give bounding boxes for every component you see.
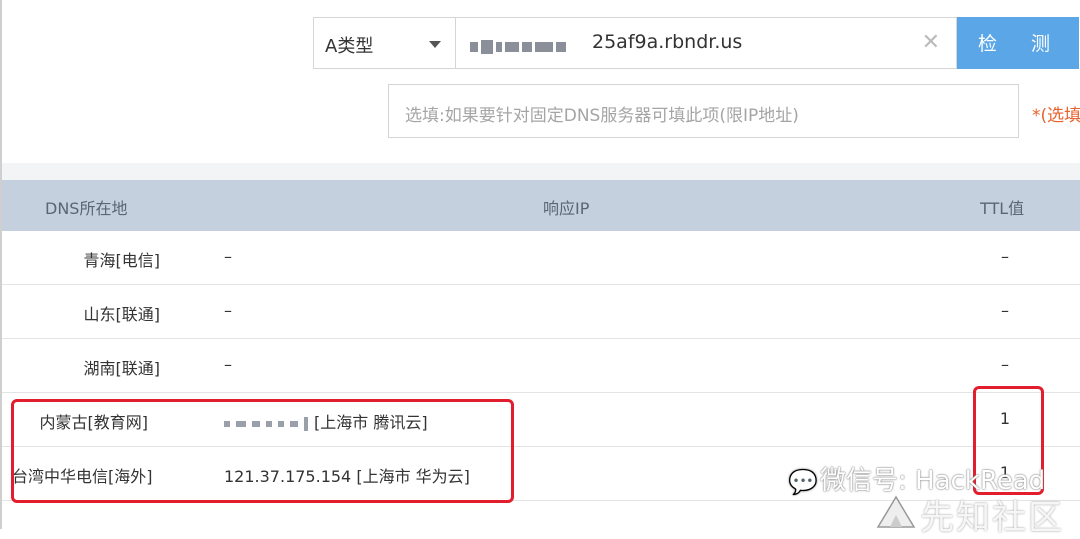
row-ip: – — [224, 301, 232, 320]
row-ttl: – — [1001, 355, 1009, 374]
header-location: DNS所在地 — [45, 199, 128, 218]
clear-icon[interactable]: ✕ — [922, 30, 940, 55]
dns-server-input[interactable]: 选填:如果要针对固定DNS服务器可填此项(限IP地址) — [388, 84, 1019, 138]
site-watermark: 先知社区 — [920, 498, 1064, 538]
dns-server-placeholder: 选填:如果要针对固定DNS服务器可填此项(限IP地址) — [405, 106, 799, 126]
row-location: 青海[电信] — [83, 251, 161, 270]
section-divider — [2, 163, 1080, 180]
domain-input[interactable]: 25af9a.rbndr.us ✕ — [456, 17, 957, 69]
row-location: 山东[联通] — [83, 305, 161, 324]
detect-button[interactable]: 检 测 — [957, 17, 1079, 69]
row-ttl: – — [1001, 247, 1009, 266]
header-ttl: TTL值 — [980, 199, 1025, 218]
row-ip: – — [224, 247, 232, 266]
redacted-subdomain — [470, 36, 569, 55]
record-type-value: A类型 — [325, 36, 374, 57]
row-location: 湖南[联通] — [83, 359, 161, 378]
row-ttl: – — [1001, 301, 1009, 320]
table-row: 湖南[联通] – – — [2, 339, 1080, 393]
table-row: 青海[电信] – – — [2, 231, 1080, 285]
results-table-header: DNS所在地 响应IP TTL值 — [2, 180, 1080, 231]
header-response-ip: 响应IP — [543, 199, 590, 218]
row-ip: – — [224, 355, 232, 374]
record-type-select[interactable]: A类型 — [313, 17, 456, 69]
table-row: 山东[联通] – – — [2, 285, 1080, 339]
xianzhi-logo-icon — [876, 495, 916, 528]
wechat-icon: 💬 — [788, 468, 818, 496]
chevron-down-icon — [429, 41, 441, 48]
highlight-box-results — [11, 399, 514, 503]
optional-note: *(选填 — [1032, 106, 1080, 126]
domain-input-text: 25af9a.rbndr.us — [592, 31, 743, 53]
